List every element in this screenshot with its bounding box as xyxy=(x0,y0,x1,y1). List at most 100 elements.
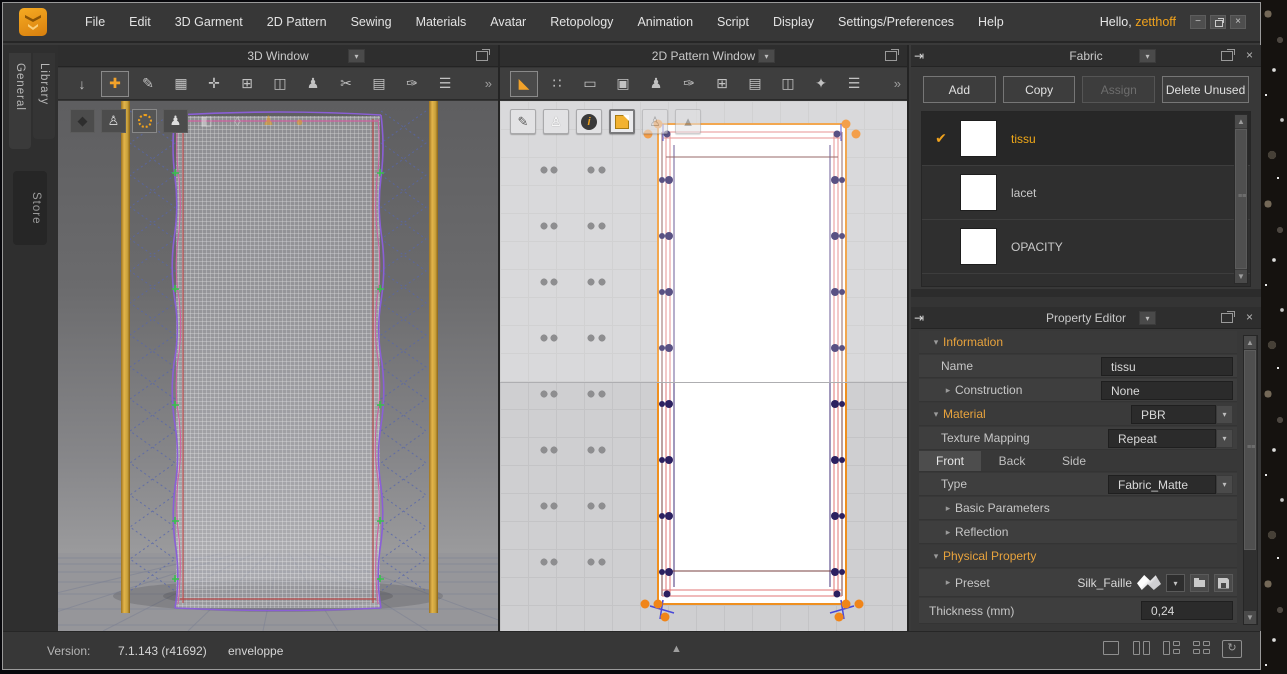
avatar-tool[interactable]: ♟ xyxy=(299,71,327,97)
statusbar-expand-icon[interactable]: ▲ xyxy=(671,643,682,655)
tab-front[interactable]: Front xyxy=(919,451,981,471)
construction-input[interactable]: None xyxy=(1101,381,1233,400)
edit-pattern-tool[interactable]: ∷ xyxy=(543,71,571,97)
show-globe-icon[interactable]: ● xyxy=(287,109,312,133)
create-polygon-tool[interactable]: ▭ xyxy=(576,71,604,97)
menu-animation[interactable]: Animation xyxy=(625,7,705,37)
iron-tool[interactable]: ▤ xyxy=(741,71,769,97)
username-text[interactable]: zetthoff xyxy=(1135,15,1176,29)
2d-viewport[interactable]: ✎ ♙ i ♙ ▲ xyxy=(500,101,907,631)
tab-side[interactable]: Side xyxy=(1043,451,1105,471)
pleats-tool-3d[interactable]: ☰ xyxy=(431,71,459,97)
menu-materials[interactable]: Materials xyxy=(404,7,479,37)
select-move-tool[interactable]: ✚ xyxy=(101,71,129,97)
fabric-float-icon[interactable] xyxy=(1221,51,1233,61)
texture-edit-tool[interactable]: ◫ xyxy=(774,71,802,97)
2d-window-float-icon[interactable] xyxy=(885,51,897,61)
menu-file[interactable]: File xyxy=(73,7,117,37)
2d-toolbar-overflow[interactable]: » xyxy=(894,76,901,91)
thickness-input[interactable]: 0,24 xyxy=(1141,601,1233,620)
fabric-close-icon[interactable]: × xyxy=(1246,48,1253,62)
net-cloth[interactable] xyxy=(172,112,384,611)
fabric-swatch[interactable] xyxy=(960,174,997,211)
menu-edit[interactable]: Edit xyxy=(117,7,163,37)
property-scrollbar[interactable]: ▲ ≡≡ ▼ xyxy=(1243,335,1258,625)
menu-avatar[interactable]: Avatar xyxy=(478,7,538,37)
pen-3d-tool[interactable]: ✑ xyxy=(398,71,426,97)
pin-tool[interactable]: ✛ xyxy=(200,71,228,97)
show-avatar-icon[interactable]: ♟ xyxy=(163,109,188,133)
material-type-dropdown[interactable]: PBR ▾ xyxy=(1131,405,1233,424)
scroll-down-icon[interactable]: ▼ xyxy=(1244,611,1256,624)
layout-two-column-button[interactable] xyxy=(1132,640,1152,658)
pleats-tool-2d[interactable]: ☰ xyxy=(840,71,868,97)
menu-settings[interactable]: Settings/Preferences xyxy=(826,7,966,37)
scroll-thumb[interactable]: ≡≡ xyxy=(1235,129,1247,269)
scroll-up-icon[interactable]: ▲ xyxy=(1235,115,1247,128)
scroll-thumb[interactable]: ≡≡ xyxy=(1244,350,1256,550)
create-rectangle-tool[interactable]: ▣ xyxy=(609,71,637,97)
menu-help[interactable]: Help xyxy=(966,7,1016,37)
fabric-dropdown[interactable]: ▾ xyxy=(1139,49,1156,63)
menu-2d-pattern[interactable]: 2D Pattern xyxy=(255,7,339,37)
avatar-pattern-tool[interactable]: ♟ xyxy=(642,71,670,97)
menu-sewing[interactable]: Sewing xyxy=(339,7,404,37)
pen-overlay-icon[interactable]: ✎ xyxy=(510,109,536,134)
app-logo-icon[interactable] xyxy=(19,8,47,36)
close-button[interactable]: × xyxy=(1230,15,1246,29)
sewing-tool-2d[interactable]: ✑ xyxy=(675,71,703,97)
sidebar-tab-general[interactable]: General xyxy=(9,53,31,149)
property-editor-dropdown[interactable]: ▾ xyxy=(1139,311,1156,325)
menu-script[interactable]: Script xyxy=(705,7,761,37)
section-physical-property[interactable]: ▾ Physical Property xyxy=(919,545,1237,568)
show-head-icon[interactable]: ♟ xyxy=(256,109,281,133)
texture-mapping-dropdown[interactable]: Repeat ▾ xyxy=(1108,429,1233,448)
section-information[interactable]: ▾ Information xyxy=(919,331,1237,354)
tab-back[interactable]: Back xyxy=(981,451,1043,471)
chevron-down-icon[interactable]: ▾ xyxy=(1216,475,1233,494)
select-brush-tool[interactable]: ✎ xyxy=(134,71,162,97)
3d-viewport[interactable]: ◆ ♙ ♟ ◧ ◊ ♟ ● xyxy=(58,101,498,631)
type-dropdown[interactable]: Fabric_Matte ▾ xyxy=(1108,475,1233,494)
minimize-button[interactable]: − xyxy=(1190,15,1206,29)
2d-window-dropdown[interactable]: ▾ xyxy=(758,49,775,63)
simulate-tool[interactable]: ↓ xyxy=(68,71,96,97)
copy-fabric-button[interactable]: Copy xyxy=(1003,76,1076,103)
layout-one-two-button[interactable] xyxy=(1162,640,1182,658)
3d-window-dropdown[interactable]: ▾ xyxy=(348,49,365,63)
property-editor-close-icon[interactable]: × xyxy=(1246,310,1253,324)
weight-overlay-icon[interactable]: ▲ xyxy=(675,109,701,134)
grid-texture-tool[interactable]: ▤ xyxy=(365,71,393,97)
delete-unused-button[interactable]: Delete Unused xyxy=(1162,76,1249,103)
grading-tool[interactable]: ⊞ xyxy=(708,71,736,97)
show-garment-dark-icon[interactable]: ◆ xyxy=(70,109,95,133)
show-fabric-icon[interactable]: ◧ xyxy=(194,109,219,133)
show-plane-icon[interactable]: ◊ xyxy=(225,109,250,133)
add-fabric-button[interactable]: Add xyxy=(923,76,996,103)
layout-reset-button[interactable]: ↻ xyxy=(1222,640,1242,658)
restore-button[interactable] xyxy=(1210,15,1226,29)
fabric-item-tissu[interactable]: ✔ tissu xyxy=(922,112,1250,166)
fabric-scrollbar[interactable]: ▲ ≡≡ ▼ xyxy=(1234,114,1248,284)
row-reflection[interactable]: ▸ Reflection xyxy=(919,521,1237,544)
layout-single-button[interactable] xyxy=(1102,640,1122,658)
preset-dropdown-button[interactable]: ▾ xyxy=(1166,574,1185,592)
sewing-tool-3d[interactable]: ✂ xyxy=(332,71,360,97)
shirt-overlay-icon[interactable]: ♙ xyxy=(543,109,569,134)
3d-toolbar-overflow[interactable]: » xyxy=(485,76,492,91)
flip-garment-tool[interactable]: ◫ xyxy=(266,71,294,97)
show-garment-white-icon[interactable]: ♙ xyxy=(101,109,126,133)
save-preset-icon[interactable] xyxy=(1214,574,1233,592)
lock-shirt-overlay-icon[interactable]: ♙ xyxy=(642,109,668,134)
fabric-item-lacet[interactable]: lacet xyxy=(922,166,1250,220)
scroll-up-icon[interactable]: ▲ xyxy=(1244,336,1256,349)
transform-pattern-tool[interactable]: ◣ xyxy=(510,71,538,97)
fabric-swatch[interactable] xyxy=(960,120,997,157)
assign-fabric-button[interactable]: Assign xyxy=(1082,76,1155,103)
pattern-overlay-icon[interactable] xyxy=(609,109,635,134)
scroll-down-icon[interactable]: ▼ xyxy=(1235,270,1247,283)
chevron-down-icon[interactable]: ▾ xyxy=(1216,429,1233,448)
property-editor-float-icon[interactable] xyxy=(1221,313,1233,323)
section-material[interactable]: ▾ Material PBR ▾ xyxy=(919,403,1237,426)
sidebar-tab-store[interactable]: Store xyxy=(13,171,47,245)
